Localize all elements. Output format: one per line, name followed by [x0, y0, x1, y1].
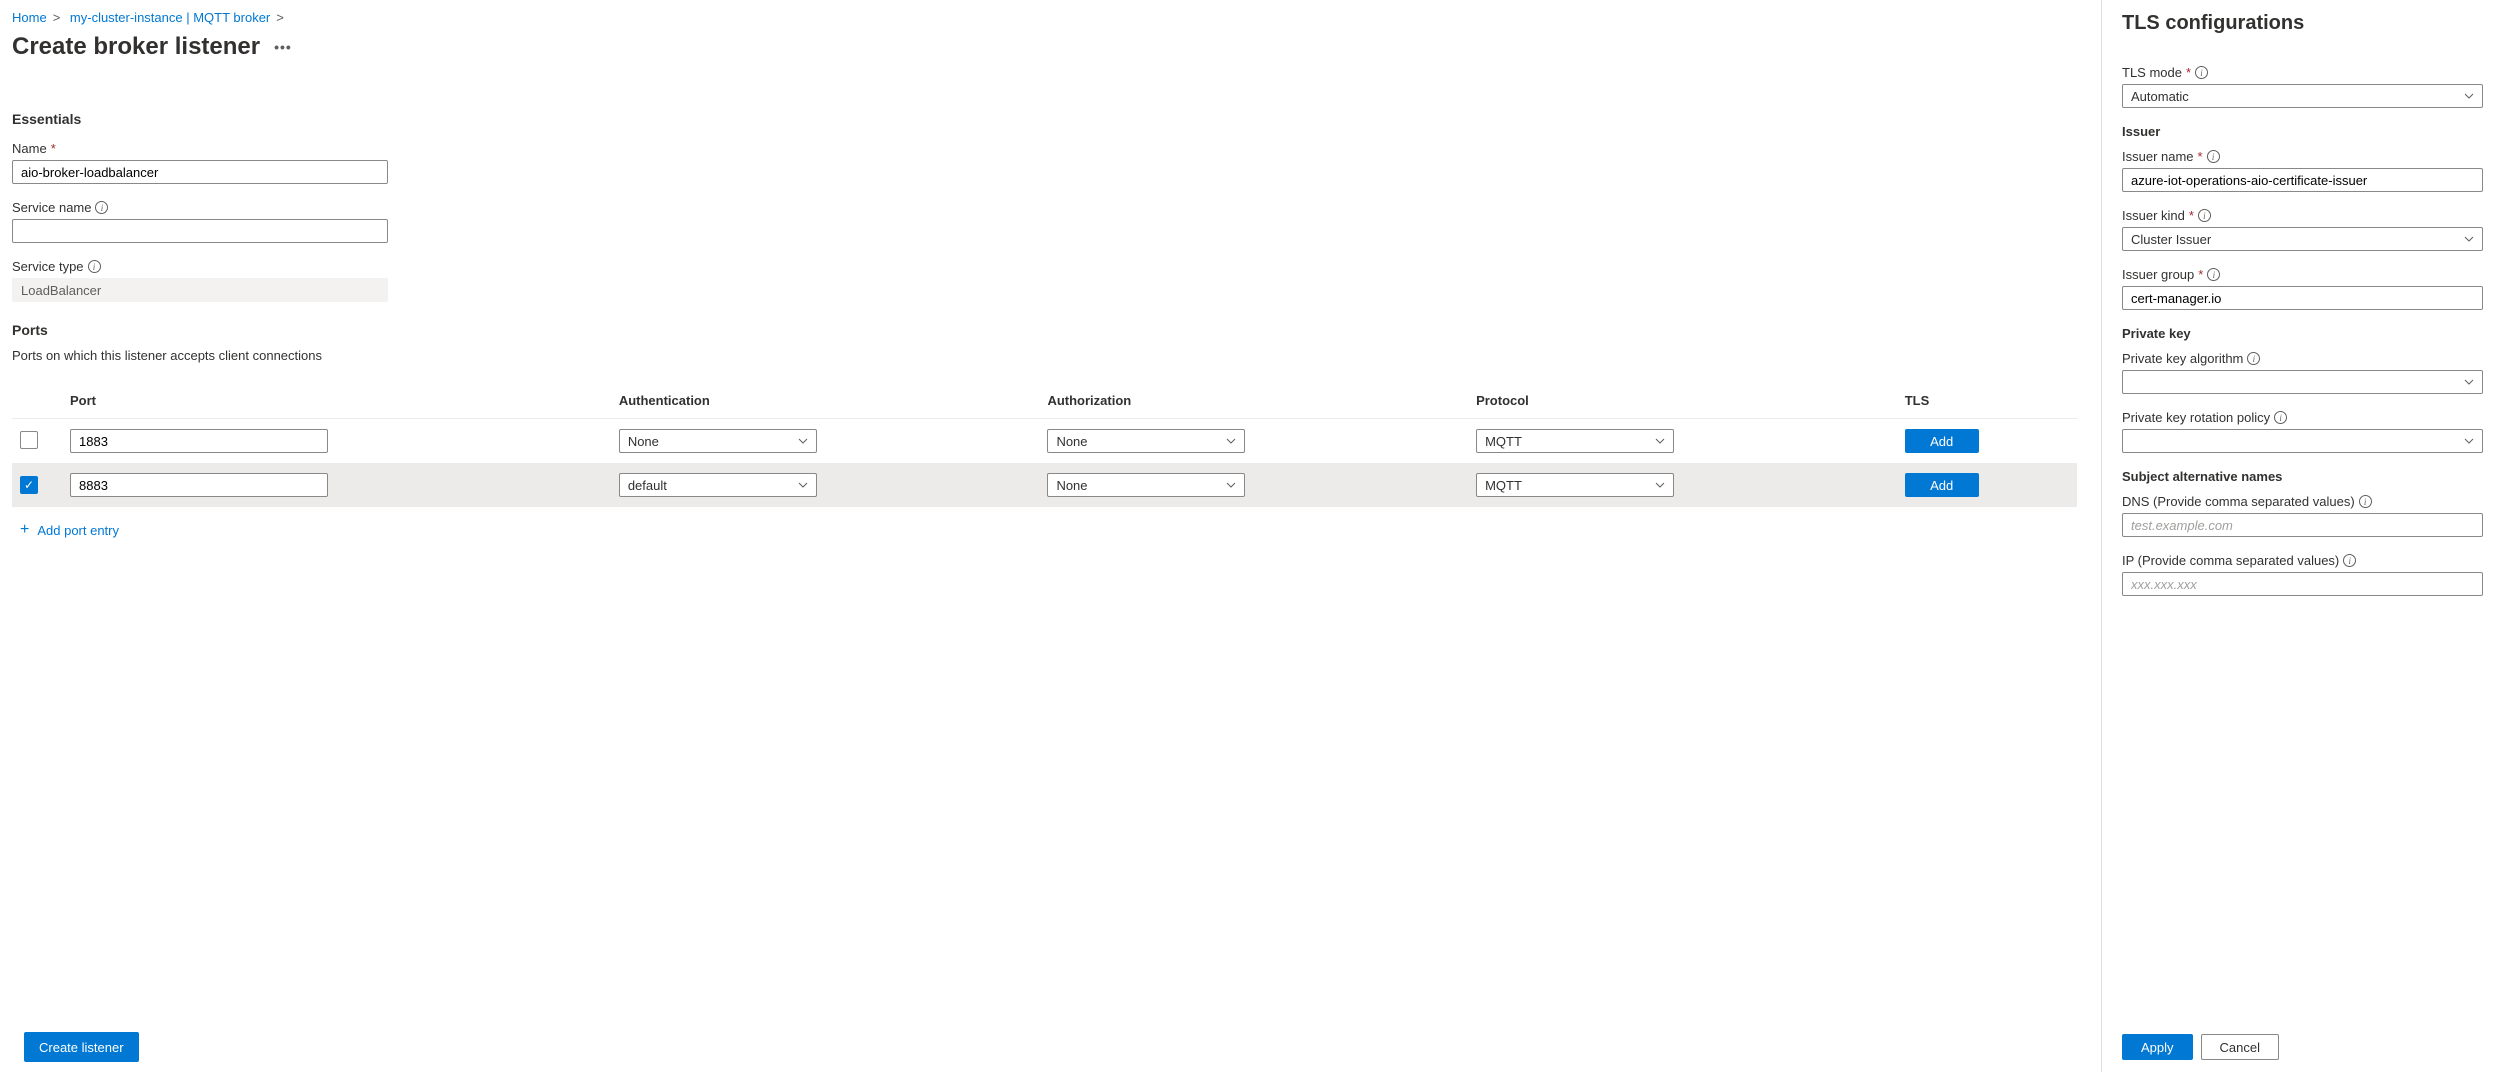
col-auth: Authentication [611, 383, 1040, 419]
issuer-name-label: Issuer name * i [2122, 149, 2483, 164]
info-icon[interactable]: i [2198, 209, 2211, 222]
proto-select[interactable]: MQTT [1476, 429, 1674, 453]
authz-select[interactable]: None [1047, 473, 1245, 497]
apply-button[interactable]: Apply [2122, 1034, 2193, 1060]
info-icon[interactable]: i [2195, 66, 2208, 79]
ports-heading: Ports [12, 322, 2077, 338]
chevron-down-icon [2464, 236, 2474, 242]
pk-rot-select[interactable] [2122, 429, 2483, 453]
name-input[interactable] [12, 160, 388, 184]
tls-side-panel: TLS configurations TLS mode * i Automati… [2101, 0, 2503, 1072]
row-checkbox[interactable] [20, 431, 38, 449]
issuer-kind-select[interactable]: Cluster Issuer [2122, 227, 2483, 251]
chevron-down-icon [1226, 482, 1236, 488]
chevron-down-icon [2464, 438, 2474, 444]
col-proto: Protocol [1468, 383, 1897, 419]
chevron-down-icon [2464, 93, 2474, 99]
ports-table: Port Authentication Authorization Protoc… [12, 383, 2077, 507]
name-label: Name * [12, 141, 2077, 156]
proto-select[interactable]: MQTT [1476, 473, 1674, 497]
cancel-button[interactable]: Cancel [2201, 1034, 2279, 1060]
info-icon[interactable]: i [2359, 495, 2372, 508]
service-type-label: Service type i [12, 259, 2077, 274]
san-heading: Subject alternative names [2122, 469, 2483, 484]
tls-panel-title: TLS configurations [2122, 12, 2483, 35]
tls-add-button[interactable]: Add [1905, 429, 1979, 453]
essentials-heading: Essentials [12, 111, 2077, 127]
ip-label: IP (Provide comma separated values) i [2122, 553, 2483, 568]
authz-select[interactable]: None [1047, 429, 1245, 453]
private-key-heading: Private key [2122, 326, 2483, 341]
table-row[interactable]: None None MQTT Add [12, 419, 2077, 464]
chevron-down-icon [798, 482, 808, 488]
info-icon[interactable]: i [88, 260, 101, 273]
port-input[interactable] [70, 429, 328, 453]
col-tls: TLS [1897, 383, 2077, 419]
chevron-down-icon [1655, 482, 1665, 488]
issuer-heading: Issuer [2122, 124, 2483, 139]
issuer-group-label: Issuer group * i [2122, 267, 2483, 282]
pk-rot-label: Private key rotation policy i [2122, 410, 2483, 425]
issuer-group-input[interactable] [2122, 286, 2483, 310]
service-type-value: LoadBalancer [12, 278, 388, 302]
more-icon[interactable]: ••• [274, 39, 292, 55]
breadcrumb: Home> my-cluster-instance | MQTT broker> [12, 10, 2077, 25]
ports-description: Ports on which this listener accepts cli… [12, 348, 2077, 363]
col-port: Port [62, 383, 611, 419]
dns-label: DNS (Provide comma separated values) i [2122, 494, 2483, 509]
info-icon[interactable]: i [2247, 352, 2260, 365]
info-icon[interactable]: i [2207, 150, 2220, 163]
service-name-input[interactable] [12, 219, 388, 243]
add-port-entry[interactable]: + Add port entry [20, 521, 119, 539]
row-checkbox[interactable]: ✓ [20, 476, 38, 494]
plus-icon: + [20, 521, 29, 539]
pk-algo-select[interactable] [2122, 370, 2483, 394]
dns-input[interactable] [2122, 513, 2483, 537]
service-name-label: Service name i [12, 200, 2077, 215]
auth-select[interactable]: default [619, 473, 817, 497]
chevron-down-icon [2464, 379, 2474, 385]
breadcrumb-home[interactable]: Home [12, 10, 47, 25]
tls-add-button[interactable]: Add [1905, 473, 1979, 497]
chevron-down-icon [798, 438, 808, 444]
info-icon[interactable]: i [2274, 411, 2287, 424]
info-icon[interactable]: i [2343, 554, 2356, 567]
chevron-down-icon [1226, 438, 1236, 444]
pk-algo-label: Private key algorithm i [2122, 351, 2483, 366]
create-listener-button[interactable]: Create listener [24, 1032, 139, 1062]
info-icon[interactable]: i [2207, 268, 2220, 281]
tls-mode-label: TLS mode * i [2122, 65, 2483, 80]
main-content: Home> my-cluster-instance | MQTT broker>… [0, 0, 2101, 1072]
info-icon[interactable]: i [95, 201, 108, 214]
issuer-name-input[interactable] [2122, 168, 2483, 192]
col-authz: Authorization [1039, 383, 1468, 419]
breadcrumb-cluster[interactable]: my-cluster-instance | MQTT broker [70, 10, 270, 25]
page-title: Create broker listener ••• [12, 33, 292, 61]
issuer-kind-label: Issuer kind * i [2122, 208, 2483, 223]
tls-mode-select[interactable]: Automatic [2122, 84, 2483, 108]
table-row[interactable]: ✓ default None MQTT Add [12, 463, 2077, 507]
chevron-down-icon [1655, 438, 1665, 444]
ip-input[interactable] [2122, 572, 2483, 596]
auth-select[interactable]: None [619, 429, 817, 453]
port-input[interactable] [70, 473, 328, 497]
